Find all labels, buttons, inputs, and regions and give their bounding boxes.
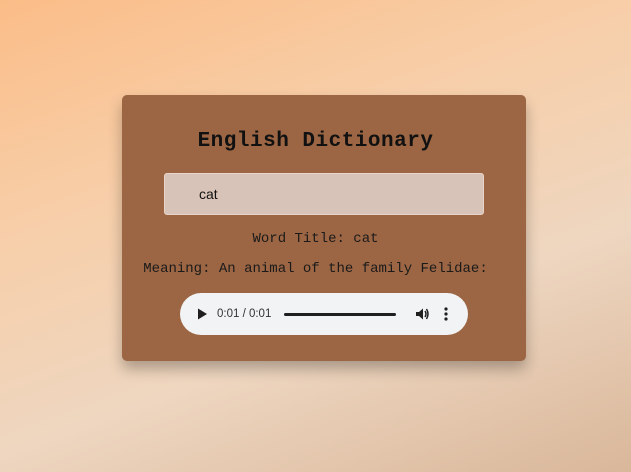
page-title: English Dictionary — [197, 130, 434, 153]
audio-progress-slider[interactable] — [284, 307, 396, 321]
play-icon[interactable] — [194, 306, 210, 322]
audio-progress-fill — [284, 313, 396, 316]
audio-time: 0:01 / 0:01 — [217, 308, 272, 320]
audio-player[interactable]: 0:01 / 0:01 — [180, 293, 468, 335]
volume-icon[interactable] — [414, 306, 430, 322]
word-title-text: Word Title: cat — [252, 231, 379, 247]
search-input[interactable] — [164, 173, 484, 215]
more-vertical-icon[interactable] — [441, 306, 451, 322]
meaning-text: Meaning: An animal of the family Felidae… — [143, 261, 488, 277]
